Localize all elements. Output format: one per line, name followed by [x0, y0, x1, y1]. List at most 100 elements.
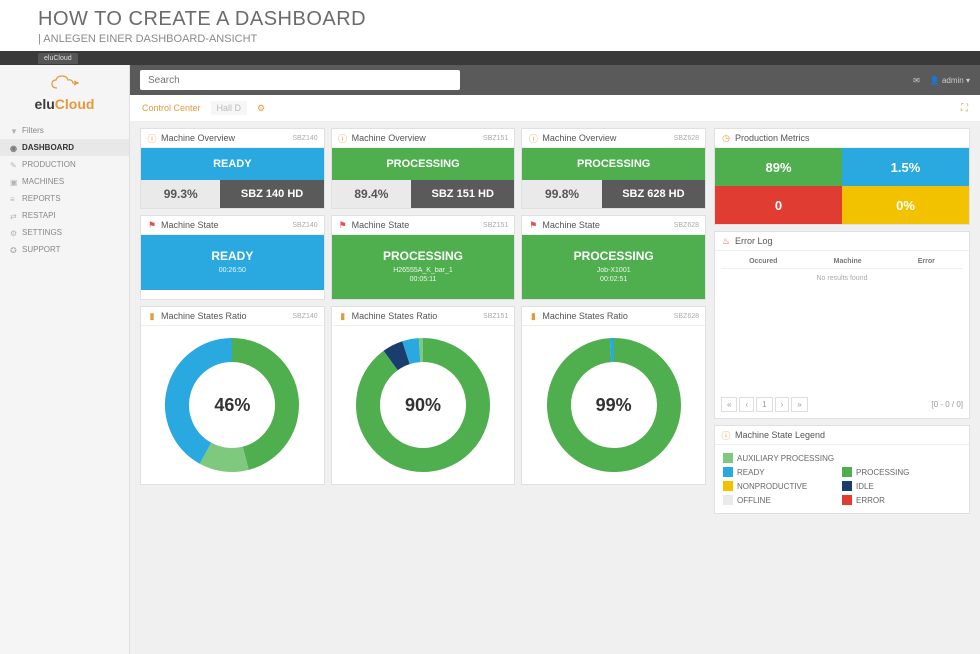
swatch-error — [842, 495, 852, 505]
support-icon: ✪ — [10, 246, 18, 254]
metric-4: 0% — [842, 186, 969, 224]
breadcrumb-control-center[interactable]: Control Center — [142, 103, 201, 113]
overview-pct: 99.8% — [522, 180, 601, 208]
api-icon: ⇄ — [10, 212, 18, 220]
nav-restapi[interactable]: ⇄RESTAPI — [0, 207, 129, 224]
swatch-nonprod — [723, 481, 733, 491]
fire-icon: ♨ — [721, 236, 731, 246]
nav-settings[interactable]: ⚙SETTINGS — [0, 224, 129, 241]
ratio-card-3: ▮Machine States RatioSBZ628 99% — [521, 306, 706, 485]
mail-icon[interactable]: ✉ — [913, 76, 920, 85]
state-label: PROCESSING — [332, 249, 515, 263]
expand-icon[interactable]: ⛶ — [961, 103, 968, 114]
state-card-1: ⚑Machine StateSBZ140 READY00:26:50 — [140, 215, 325, 300]
search — [140, 70, 460, 91]
swatch-ready — [723, 467, 733, 477]
dashboard-settings-icon[interactable]: ⚙ — [257, 103, 265, 114]
ratio-card-2: ▮Machine States RatioSBZ151 90% — [331, 306, 516, 485]
browser-tab[interactable]: eluCloud — [38, 53, 78, 64]
chart-icon: ▮ — [147, 311, 157, 321]
swatch-offline — [723, 495, 733, 505]
col-machine: Machine — [834, 258, 862, 265]
breadcrumbs: Control Center Hall D ⚙ ⛶ — [130, 95, 980, 122]
info-icon: ⓘ — [147, 133, 157, 143]
logo: eluCloud — [0, 71, 129, 122]
nav-reports[interactable]: ≡REPORTS — [0, 190, 129, 207]
topbar: ✉ 👤 admin ▾ — [130, 65, 980, 95]
state-time: 00:05:11 — [332, 276, 515, 283]
pager-next[interactable]: › — [775, 397, 790, 412]
sidebar: eluCloud ▼Filters ◉DASHBOARD ✎PRODUCTION… — [0, 65, 130, 654]
chart-icon: ▮ — [528, 311, 538, 321]
user-menu[interactable]: 👤 admin ▾ — [930, 76, 970, 85]
nav-machines[interactable]: ▣MACHINES — [0, 173, 129, 190]
overview-name: SBZ 151 HD — [411, 180, 514, 208]
cloud-icon — [50, 75, 80, 96]
pager-first[interactable]: « — [721, 397, 737, 412]
overview-row: ⓘMachine OverviewSBZ140 READY 99.3%SBZ 1… — [140, 128, 706, 209]
status-badge: PROCESSING — [522, 148, 705, 180]
status-badge: READY — [141, 148, 324, 180]
flag-icon: ⚑ — [338, 220, 348, 230]
pager-range: [0 - 0 / 0] — [931, 400, 963, 409]
nav-filters[interactable]: ▼Filters — [0, 122, 129, 139]
pager-last[interactable]: » — [791, 397, 807, 412]
browser-tabbar: eluCloud — [0, 51, 980, 65]
ratio-row: ▮Machine States RatioSBZ140 46% ▮Machine… — [140, 306, 706, 485]
ratio-card-1: ▮Machine States RatioSBZ140 46% — [140, 306, 325, 485]
state-row: ⚑Machine StateSBZ140 READY00:26:50 ⚑Mach… — [140, 215, 706, 300]
search-input[interactable] — [140, 70, 460, 90]
state-time: 00:26:50 — [141, 267, 324, 274]
breadcrumb-hall[interactable]: Hall D — [211, 101, 248, 115]
info-icon: ⓘ — [721, 430, 731, 440]
chart-icon: ▮ — [338, 311, 348, 321]
swatch-aux — [723, 453, 733, 463]
filter-icon: ▼ — [10, 127, 18, 135]
logo-text-b: Cloud — [55, 96, 95, 112]
state-time: 00:02:51 — [522, 276, 705, 283]
production-icon: ✎ — [10, 161, 18, 169]
metrics-card: ◷Production Metrics 89% 1.5% 0 0% — [714, 128, 970, 225]
state-label: PROCESSING — [522, 249, 705, 263]
overview-pct: 89.4% — [332, 180, 411, 208]
pager-prev[interactable]: ‹ — [739, 397, 754, 412]
reports-icon: ≡ — [10, 195, 18, 203]
swatch-idle — [842, 481, 852, 491]
metric-1: 89% — [715, 148, 842, 186]
ratio-value: 90% — [405, 395, 441, 416]
metric-3: 0 — [715, 186, 842, 224]
dashboard-icon: ◉ — [10, 144, 18, 152]
machines-icon: ▣ — [10, 178, 18, 186]
col-occured: Occured — [749, 258, 777, 265]
swatch-processing — [842, 467, 852, 477]
pager-page[interactable]: 1 — [756, 397, 772, 412]
nav-production[interactable]: ✎PRODUCTION — [0, 156, 129, 173]
empty-message: No results found — [721, 275, 963, 282]
col-error: Error — [918, 258, 935, 265]
overview-card-2: ⓘMachine OverviewSBZ151 PROCESSING 89.4%… — [331, 128, 516, 209]
overview-name: SBZ 628 HD — [602, 180, 705, 208]
flag-icon: ⚑ — [528, 220, 538, 230]
nav-dashboard[interactable]: ◉DASHBOARD — [0, 139, 129, 156]
overview-card-3: ⓘMachine OverviewSBZ628 PROCESSING 99.8%… — [521, 128, 706, 209]
flag-icon: ⚑ — [147, 220, 157, 230]
state-card-2: ⚑Machine StateSBZ151 PROCESSINGH26555A_K… — [331, 215, 516, 300]
nav: ▼Filters ◉DASHBOARD ✎PRODUCTION ▣MACHINE… — [0, 122, 129, 258]
overview-name: SBZ 140 HD — [220, 180, 323, 208]
presentation-title: HOW TO CREATE A DASHBOARD — [38, 8, 980, 31]
info-icon: ⓘ — [528, 133, 538, 143]
overview-pct: 99.3% — [141, 180, 220, 208]
state-card-3: ⚑Machine StateSBZ628 PROCESSINGJob-X1001… — [521, 215, 706, 300]
presentation-header: HOW TO CREATE A DASHBOARD | ANLEGEN EINE… — [0, 0, 980, 51]
overview-card-1: ⓘMachine OverviewSBZ140 READY 99.3%SBZ 1… — [140, 128, 325, 209]
ratio-value: 99% — [596, 395, 632, 416]
state-label: READY — [141, 249, 324, 263]
clock-icon: ◷ — [721, 133, 731, 143]
presentation-subtitle: | ANLEGEN EINER DASHBOARD-ANSICHT — [38, 33, 980, 45]
nav-support[interactable]: ✪SUPPORT — [0, 241, 129, 258]
gear-icon: ⚙ — [10, 229, 18, 237]
metric-2: 1.5% — [842, 148, 969, 186]
logo-text-a: elu — [35, 96, 55, 112]
ratio-value: 46% — [214, 395, 250, 416]
status-badge: PROCESSING — [332, 148, 515, 180]
